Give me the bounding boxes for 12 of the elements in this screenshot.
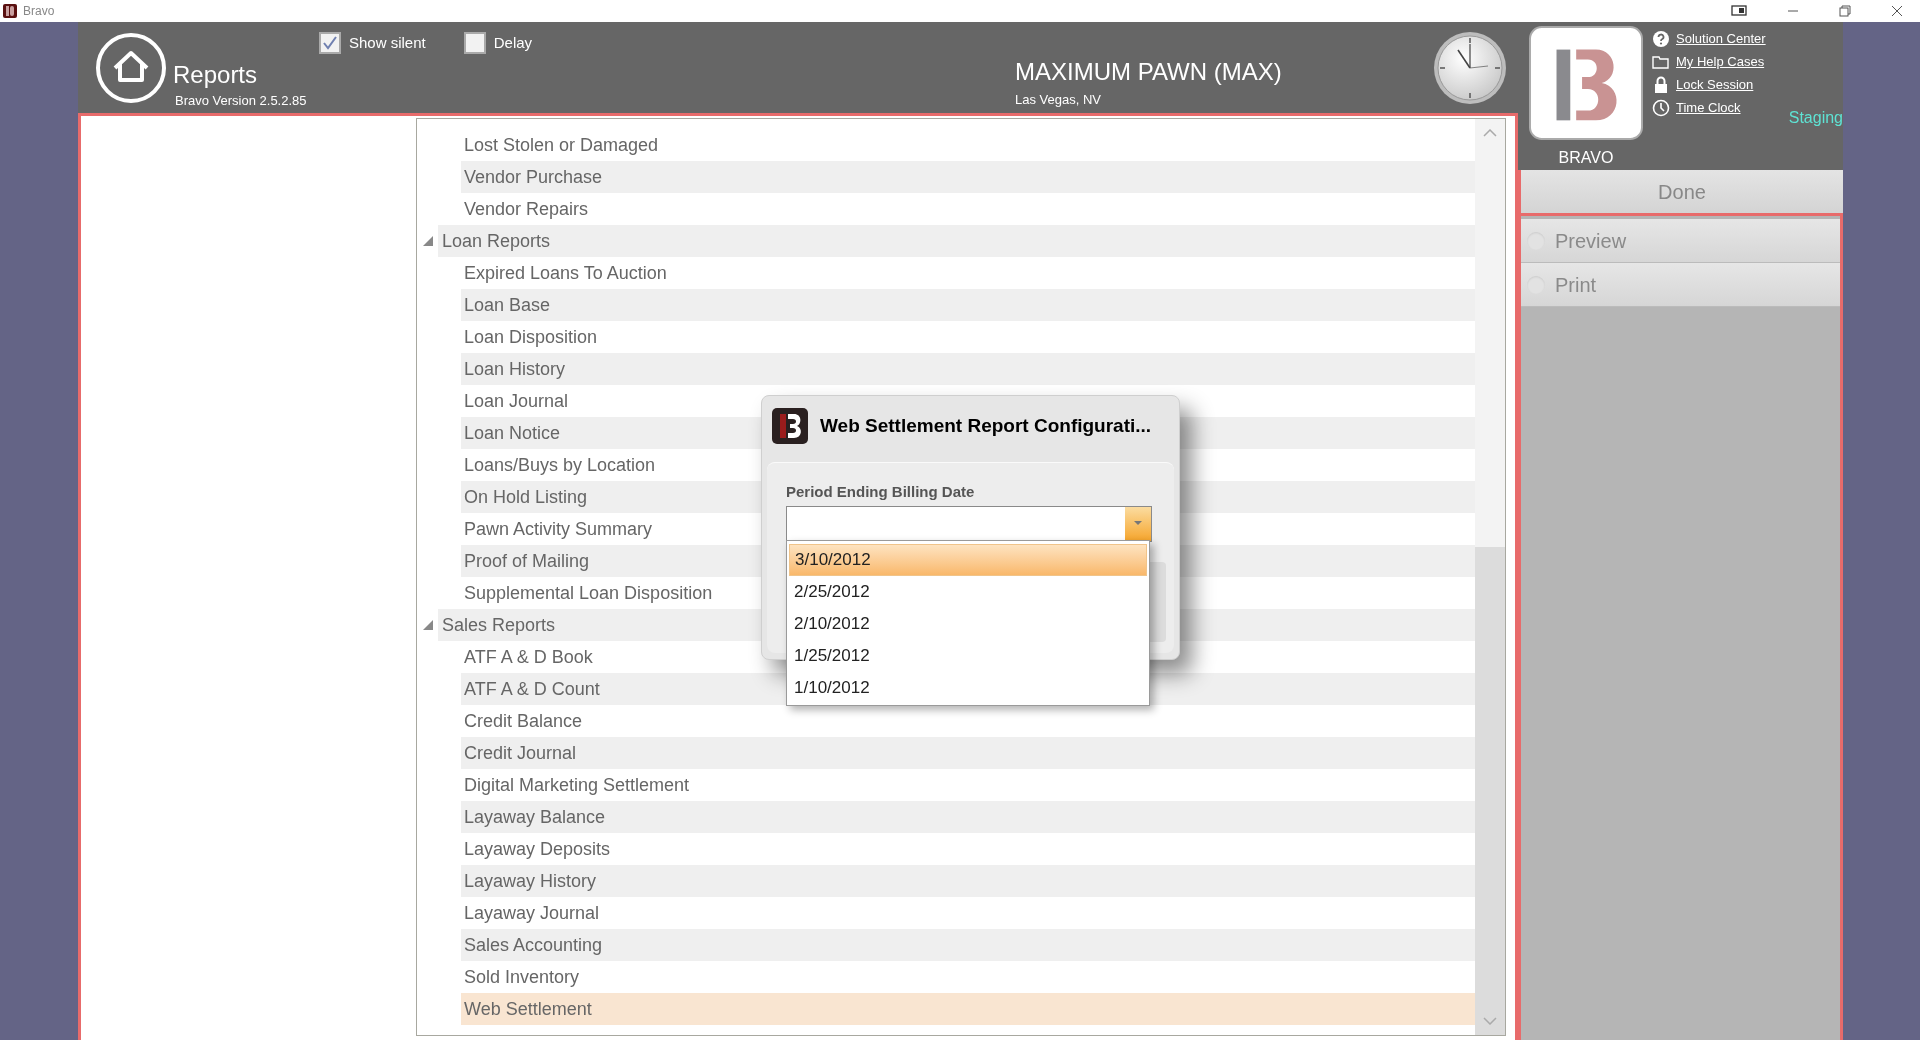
- option-label: Preview: [1555, 228, 1627, 254]
- version-text: Bravo Version 2.5.2.85: [175, 92, 308, 110]
- brand-name: BRAVO: [1558, 148, 1614, 168]
- field-label: Period Ending Billing Date: [786, 482, 976, 502]
- checkbox-label: Show silent: [349, 32, 426, 53]
- option-label: Print: [1555, 272, 1597, 298]
- store-name: MAXIMUM PAWN (MAX): [1015, 58, 1282, 86]
- window-title: Bravo: [23, 3, 55, 20]
- page-title: Reports: [173, 61, 259, 89]
- checkbox-label: Delay: [493, 32, 533, 53]
- environment-label: Staging: [1788, 108, 1843, 128]
- store-location: Las Vegas, NV: [1015, 91, 1102, 109]
